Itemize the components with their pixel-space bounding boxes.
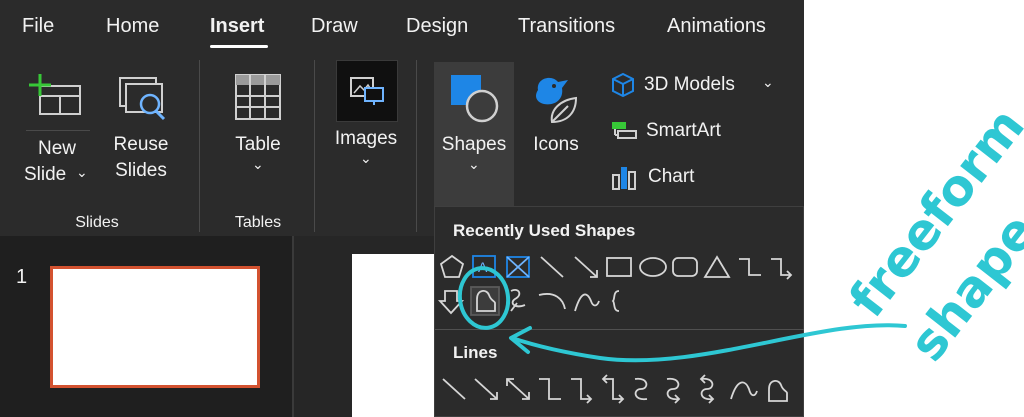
powerpoint-window: File Home Insert Draw Design Transitions… <box>0 0 804 417</box>
smartart-icon <box>612 122 637 139</box>
3d-models-button[interactable]: 3D Models ⌄ <box>608 70 788 100</box>
elbow-arrow-icon[interactable] <box>571 378 593 404</box>
scribble-shape-icon[interactable] <box>510 289 526 312</box>
shapes-label: Shapes <box>441 134 507 155</box>
reuse-slides-label-line2: Slides <box>115 160 167 181</box>
tables-group-label: Tables <box>234 214 282 231</box>
curved-double-arrow-icon[interactable] <box>699 374 715 404</box>
slide-number: 1 <box>16 266 28 288</box>
group-separator <box>416 60 417 232</box>
rounded-rectangle-shape-icon[interactable] <box>672 257 698 277</box>
freeform-line-icon[interactable] <box>768 380 788 402</box>
images-button[interactable]: Images ⌄ <box>330 58 402 188</box>
shapes-dropdown: Recently Used Shapes A Lines <box>434 206 804 417</box>
group-separator <box>199 60 200 232</box>
down-arrow-shape-icon[interactable] <box>437 290 465 315</box>
line-icon[interactable] <box>442 378 466 400</box>
slide-thumbnails-pane: 1 <box>0 236 294 417</box>
text-box-shape-icon[interactable]: A <box>472 255 496 278</box>
left-brace-shape-icon[interactable] <box>611 290 620 312</box>
icons-label: Icons <box>533 134 579 155</box>
chevron-down-icon: ⌄ <box>468 156 480 172</box>
tab-transitions[interactable]: Transitions <box>518 14 615 38</box>
triangle-shape-icon[interactable] <box>703 255 731 278</box>
curved-connector-icon[interactable] <box>634 377 648 401</box>
smartart-button[interactable]: SmartArt <box>608 116 748 146</box>
new-slide-label-line2: Slide <box>24 164 67 185</box>
freeform-shape-icon[interactable] <box>470 286 500 316</box>
tab-animations[interactable]: Animations <box>667 14 766 38</box>
tab-insert[interactable]: Insert <box>210 14 264 38</box>
reuse-slides-label-line1: Reuse <box>113 134 169 155</box>
reuse-slides-button[interactable]: Reuse Slides <box>108 66 178 196</box>
chart-button[interactable]: Chart <box>608 162 728 192</box>
elbow-arrow-connector-shape-icon[interactable] <box>771 258 793 280</box>
arrow-line-icon[interactable] <box>474 378 498 400</box>
dropdown-divider <box>435 329 804 330</box>
chevron-down-icon[interactable]: ⌄ <box>762 74 774 91</box>
new-slide-button[interactable]: New Slide ⌄ <box>18 66 98 196</box>
svg-text:A: A <box>478 259 488 275</box>
recently-used-shapes-header: Recently Used Shapes <box>453 221 636 240</box>
curve-icon[interactable] <box>730 381 758 400</box>
chart-icon <box>612 167 636 190</box>
arrow-shape-icon[interactable] <box>574 256 598 278</box>
chart-label: Chart <box>648 166 695 187</box>
group-separator <box>314 60 315 232</box>
new-slide-label-line1: New <box>37 138 76 159</box>
3d-models-label: 3D Models <box>644 74 735 95</box>
curve-shape-icon[interactable] <box>574 293 600 312</box>
active-tab-indicator <box>210 45 268 48</box>
elbow-connector-icon[interactable] <box>539 378 561 400</box>
slides-group-label: Slides <box>75 214 119 231</box>
tab-design[interactable]: Design <box>406 14 468 38</box>
chevron-down-icon: ⌄ <box>360 150 372 166</box>
reuse-slides-icon <box>119 77 166 121</box>
lines-header: Lines <box>453 343 498 362</box>
tab-home[interactable]: Home <box>106 14 159 38</box>
frame-shape-icon[interactable] <box>506 256 530 278</box>
double-arrow-line-icon[interactable] <box>506 378 530 400</box>
new-slide-icon <box>29 74 81 115</box>
table-button[interactable]: Table ⌄ <box>222 66 294 186</box>
rectangle-shape-icon[interactable] <box>606 257 632 277</box>
line-shape-icon[interactable] <box>540 256 564 278</box>
table-label: Table <box>235 134 281 155</box>
curved-arrow-icon[interactable] <box>666 377 681 404</box>
table-icon <box>235 74 281 120</box>
lines-gallery <box>442 374 788 404</box>
images-label: Images <box>334 128 398 149</box>
shapes-icon <box>451 75 499 123</box>
tab-file[interactable]: File <box>22 14 54 38</box>
elbow-double-arrow-icon[interactable] <box>601 374 625 404</box>
chevron-down-icon: ⌄ <box>76 164 88 180</box>
menu-bar: File Home Insert Draw Design Transitions… <box>0 0 804 52</box>
slide-thumbnail[interactable] <box>50 266 260 388</box>
icons-button[interactable]: Icons <box>524 66 588 186</box>
chevron-down-icon: ⌄ <box>252 156 264 172</box>
recently-used-shapes-gallery: A <box>437 254 793 316</box>
arc-shape-icon[interactable] <box>538 293 566 310</box>
elbow-connector-shape-icon[interactable] <box>739 258 761 276</box>
cube-icon <box>612 72 634 98</box>
pentagon-shape-icon[interactable] <box>439 254 465 278</box>
oval-shape-icon[interactable] <box>639 257 667 277</box>
icons-icon <box>536 77 578 124</box>
split-divider <box>26 130 90 131</box>
shapes-button[interactable]: Shapes ⌄ <box>434 62 514 206</box>
smartart-label: SmartArt <box>646 120 721 141</box>
tab-draw[interactable]: Draw <box>311 14 358 38</box>
images-icon <box>350 77 384 105</box>
